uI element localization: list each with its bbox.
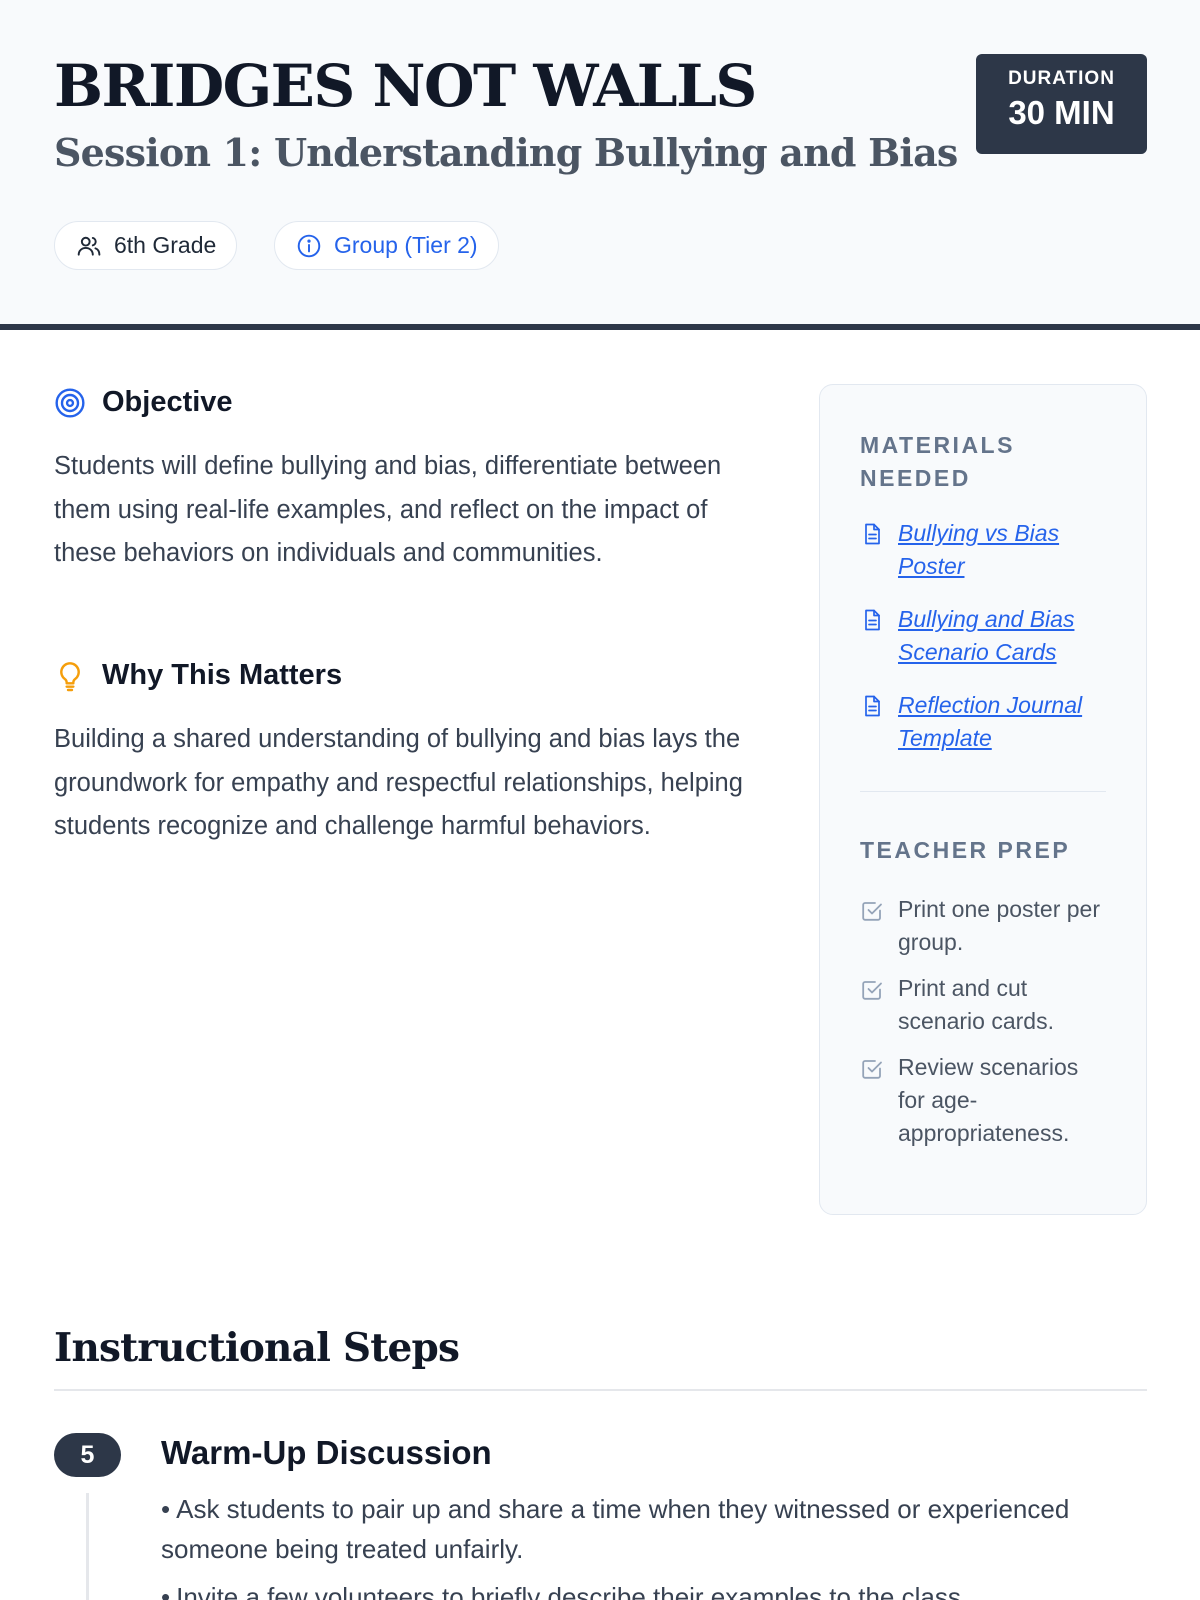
- list-item: Print one poster per group.: [860, 893, 1106, 959]
- grade-tag: 6th Grade: [54, 221, 238, 270]
- step-title: Warm-Up Discussion: [161, 1434, 492, 1471]
- material-link[interactable]: Bullying vs Bias Poster: [898, 517, 1106, 583]
- duration-badge: DURATION 30 MIN: [976, 54, 1147, 154]
- document-icon: [865, 609, 880, 631]
- step-bullet-text: Invite a few volunteers to briefly descr…: [176, 1582, 969, 1600]
- material-link[interactable]: Reflection Journal Template: [898, 689, 1106, 755]
- sidebar-divider: [860, 791, 1106, 792]
- list-item: Bullying vs Bias Poster: [860, 517, 1106, 583]
- steps-divider: [54, 1389, 1147, 1391]
- checkbox-icon: [862, 902, 882, 921]
- duration-value: 30 MIN: [1008, 94, 1115, 131]
- list-item: Bullying and Bias Scenario Cards: [860, 603, 1106, 669]
- target-icon: [55, 387, 85, 418]
- checkbox-icon: [862, 1060, 882, 1079]
- lightbulb-icon: [60, 661, 80, 691]
- lesson-header: BRIDGES NOT WALLS Session 1: Understandi…: [0, 0, 1200, 330]
- objective-text: Students will define bullying and bias, …: [54, 452, 722, 567]
- list-item: Print and cut scenario cards.: [860, 972, 1106, 1038]
- bullet-icon: •: [161, 1582, 171, 1600]
- step-timeline-line: [86, 1493, 89, 1600]
- why-heading: Why This Matters: [54, 659, 342, 692]
- list-item: • Invite a few volunteers to briefly desc…: [161, 1577, 1101, 1600]
- sidebar-panel: MATERIALS NEEDED Bullying vs Bias Poster…: [819, 384, 1147, 1215]
- material-link[interactable]: Bullying and Bias Scenario Cards: [898, 603, 1106, 669]
- materials-list: Bullying vs Bias Poster Bullying and Bia…: [860, 517, 1106, 755]
- list-item: Review scenarios for age-appropriateness…: [860, 1051, 1106, 1150]
- materials-heading: MATERIALS NEEDED: [860, 432, 1015, 491]
- steps-heading: Instructional Steps: [54, 1325, 460, 1371]
- document-icon: [865, 695, 880, 717]
- objective-heading: Objective: [54, 386, 233, 419]
- grade-tag-label: 6th Grade: [114, 232, 217, 258]
- info-icon: [297, 234, 321, 257]
- step-bullet-text: Ask students to pair up and share a time…: [161, 1494, 1070, 1564]
- session-subtitle: Session 1: Understanding Bullying and Bi…: [54, 130, 958, 175]
- step-bullet-list: • Ask students to pair up and share a tim…: [161, 1489, 1101, 1600]
- prep-list: Print one poster per group. Print and cu…: [860, 893, 1106, 1150]
- lesson-title: BRIDGES NOT WALLS: [54, 52, 757, 120]
- document-icon: [865, 523, 880, 545]
- group-tag: Group (Tier 2): [274, 221, 499, 270]
- list-item: Reflection Journal Template: [860, 689, 1106, 755]
- prep-item-label: Review scenarios for age-appropriateness…: [898, 1054, 1079, 1146]
- prep-item-label: Print one poster per group.: [898, 896, 1101, 955]
- duration-label: DURATION: [1008, 68, 1115, 89]
- why-heading-label: Why This Matters: [102, 659, 343, 691]
- list-item: • Ask students to pair up and share a tim…: [161, 1489, 1101, 1569]
- prep-item-label: Print and cut scenario cards.: [898, 975, 1054, 1034]
- objective-heading-label: Objective: [102, 386, 233, 418]
- users-icon: [77, 236, 101, 256]
- step-number-badge: 5: [54, 1433, 121, 1477]
- why-text: Building a shared understanding of bully…: [54, 725, 743, 840]
- prep-heading: TEACHER PREP: [860, 837, 1071, 863]
- bullet-icon: •: [161, 1494, 171, 1524]
- checkbox-icon: [862, 981, 882, 1000]
- group-tag-label: Group (Tier 2): [334, 232, 478, 258]
